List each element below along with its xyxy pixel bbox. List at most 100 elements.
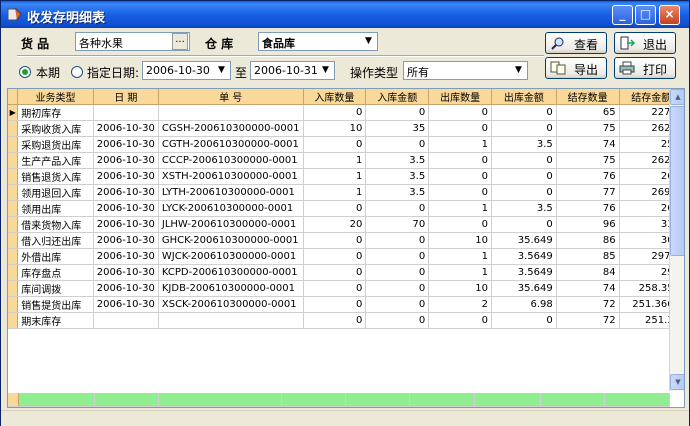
table-cell: 35.649 (491, 232, 557, 249)
table-row[interactable]: 采购收货入库 2006-10-30 CGSH-200610300000-0001 10… (8, 120, 684, 137)
export-label: 导出 (574, 63, 599, 77)
date-radio[interactable] (71, 66, 83, 78)
table-row[interactable]: 领用出库 2006-10-30 LYCK-200610300000-0001 0 0 1 3… (8, 200, 684, 217)
printer-icon (619, 61, 635, 75)
column-header[interactable]: 结存数量 (556, 89, 620, 105)
row-indicator (8, 216, 19, 233)
exit-button[interactable]: 退出 (614, 32, 676, 54)
table-row[interactable]: 销售提货出库 2006-10-30 XSCK-200610300000-0001 0 0… (8, 296, 684, 313)
table-row[interactable]: 借来货物入库 2006-10-30 JLHW-200610300000-0001 20… (8, 216, 684, 233)
table-cell: 74 (556, 136, 620, 153)
table-cell (93, 104, 159, 121)
title-bar[interactable]: 收发存明细表 _ □ × (1, 1, 689, 28)
table-cell (158, 312, 304, 329)
close-button[interactable]: × (659, 5, 680, 25)
table-cell: 0 (428, 152, 493, 169)
table-cell: 0 (365, 296, 430, 313)
row-indicator (8, 152, 19, 169)
table-cell: 3.5 (365, 168, 430, 185)
table-row[interactable]: 借入归还出库 2006-10-30 GHCK-200610300000-0001 0 0… (8, 232, 684, 249)
vertical-scrollbar[interactable]: ▲ ▼ (669, 89, 684, 391)
table-row[interactable]: ▶ 期初库存 0 0 0 0 65 227.5 (8, 104, 684, 121)
print-button[interactable]: 打印 (614, 57, 676, 79)
table-row[interactable]: 期末库存 0 0 0 0 72 251.37 (8, 312, 684, 329)
chevron-down-icon[interactable]: ▼ (213, 62, 230, 79)
table-row[interactable]: 销售退货入库 2006-10-30 XSTH-200610300000-0001 1 3… (8, 168, 684, 185)
column-header[interactable]: 日 期 (93, 89, 159, 105)
minimize-button[interactable]: _ (612, 5, 633, 25)
scroll-up-icon[interactable]: ▲ (670, 89, 684, 105)
maximize-button[interactable]: □ (635, 5, 656, 25)
table-cell: 84 (556, 264, 620, 281)
table-cell (93, 312, 159, 329)
table-cell: 0 (303, 264, 367, 281)
table-cell: 86 (556, 232, 620, 249)
table-row[interactable]: 库存盘点 2006-10-30 KCPD-200610300000-0001 0 0 1 3… (8, 264, 684, 281)
table-cell: 销售退货入库 (17, 168, 94, 185)
table-cell: 1 (428, 200, 493, 217)
column-header[interactable]: 出库金额 (491, 89, 557, 105)
row-indicator (8, 264, 19, 281)
column-header[interactable]: 出库数量 (428, 89, 493, 105)
table-cell: 1 (428, 136, 493, 153)
print-label: 打印 (643, 63, 668, 77)
export-icon (550, 61, 566, 75)
table-cell: 70 (365, 216, 430, 233)
column-header[interactable]: 入库数量 (303, 89, 367, 105)
op-type-value: 所有 (407, 66, 429, 79)
table-row[interactable]: 领用退回入库 2006-10-30 LYTH-200610300000-0001 1 3… (8, 184, 684, 201)
table-cell: 35.649 (491, 280, 557, 297)
table-cell: 0 (491, 312, 557, 329)
table-cell: 1 (428, 248, 493, 265)
table-cell: 外借出库 (17, 248, 94, 265)
table-cell: 0 (303, 248, 367, 265)
app-icon (7, 7, 22, 21)
goods-picker-button[interactable]: ... (172, 33, 188, 50)
table-cell: 2006-10-30 (93, 152, 159, 169)
table-cell: 2006-10-30 (93, 232, 159, 249)
header-row: 业务类型日 期单 号入库数量 入库金额 出库数量 出库金额 结存数量 结存金额 (8, 89, 684, 105)
table-cell: 0 (491, 152, 557, 169)
chevron-down-icon[interactable]: ▼ (360, 33, 377, 50)
table-cell: 65 (556, 104, 620, 121)
table-cell: 3.5649 (491, 264, 557, 281)
table-cell: 6.98 (491, 296, 557, 313)
scroll-down-icon[interactable]: ▼ (670, 374, 684, 390)
table-cell: 74 (556, 280, 620, 297)
chevron-down-icon[interactable]: ▼ (317, 62, 334, 79)
table-cell: 0 (365, 104, 430, 121)
table-row[interactable]: 采购退货出库 2006-10-30 CGTH-200610300000-0001 0 0… (8, 136, 684, 153)
table-cell: 库存盘点 (17, 264, 94, 281)
table-row[interactable]: 库间调拨 2006-10-30 KJDB-200610300000-0001 0 0 10… (8, 280, 684, 297)
table-cell: 2006-10-30 (93, 120, 159, 137)
table-cell: 0 (428, 216, 493, 233)
scroll-thumb[interactable] (670, 106, 684, 256)
row-indicator (8, 184, 19, 201)
table-cell: 2 (428, 296, 493, 313)
table-row[interactable]: 外借出库 2006-10-30 WJCK-200610300000-0001 0 0 1 3… (8, 248, 684, 265)
row-indicator (8, 168, 19, 185)
row-indicator-header (8, 89, 19, 105)
table-cell: 3.5 (365, 184, 430, 201)
table-cell: 0 (428, 184, 493, 201)
status-bar (1, 410, 689, 426)
export-button[interactable]: 导出 (545, 57, 607, 79)
table-cell: XSTH-200610300000-0001 (158, 168, 304, 185)
column-header[interactable]: 单 号 (158, 89, 304, 105)
table-cell: 35 (365, 120, 430, 137)
period-radio[interactable] (19, 66, 31, 78)
detail-table: 业务类型日 期单 号入库数量 入库金额 出库数量 出库金额 结存数量 结存金额 ▶ 期初库存… (8, 89, 684, 329)
table-row[interactable]: 生产产品入库 2006-10-30 CCCP-200610300000-0001 1 3… (8, 152, 684, 169)
date-to-label: 至 (235, 66, 248, 80)
chevron-down-icon[interactable]: ▼ (510, 62, 527, 79)
column-header[interactable]: 入库金额 (365, 89, 430, 105)
detail-grid[interactable]: 业务类型日 期单 号入库数量 入库金额 出库数量 出库金额 结存数量 结存金额 ▶ 期初库存… (7, 88, 685, 408)
date-to-value: 2006-10-31 (254, 64, 318, 77)
column-header[interactable]: 业务类型 (17, 89, 94, 105)
table-cell: 领用出库 (17, 200, 94, 217)
query-label: 查看 (574, 38, 599, 52)
table-cell: 0 (303, 296, 367, 313)
query-button[interactable]: 查看 (545, 32, 607, 54)
table-cell: LYTH-200610300000-0001 (158, 184, 304, 201)
table-cell: KJDB-200610300000-0001 (158, 280, 304, 297)
